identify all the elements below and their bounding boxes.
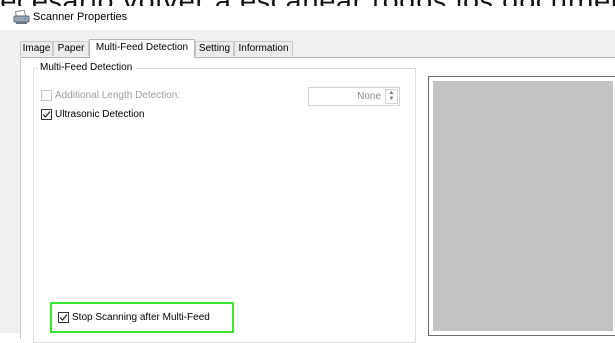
length-detection-stepper[interactable]: None ▲ ▼ — [308, 87, 400, 106]
title-bar: Scanner Properties — [0, 6, 615, 30]
multi-feed-panel: Multi-Feed Detection Additional Length D… — [20, 57, 615, 343]
stop-scanning-option: Stop Scanning after Multi-Feed — [58, 312, 210, 323]
ultrasonic-label: Ultrasonic Detection — [55, 109, 145, 120]
scan-preview — [428, 76, 615, 336]
tab-multi-feed-detection[interactable]: Multi-Feed Detection — [89, 39, 195, 58]
additional-length-checkbox[interactable] — [41, 90, 52, 101]
scanner-properties-dialog: Scanner Properties Image Paper Multi-Fee… — [0, 6, 615, 343]
stepper-buttons[interactable]: ▲ ▼ — [385, 89, 398, 104]
window-title: Scanner Properties — [33, 11, 128, 23]
stop-scanning-label: Stop Scanning after Multi-Feed — [72, 312, 210, 323]
length-detection-value: None — [357, 91, 381, 102]
additional-length-label: Additional Length Detection: — [55, 90, 181, 101]
group-title: Multi-Feed Detection — [38, 62, 135, 73]
scanner-icon — [13, 9, 30, 25]
additional-length-option: Additional Length Detection: — [41, 90, 180, 101]
tab-paper[interactable]: Paper — [53, 41, 89, 56]
stop-scanning-checkbox[interactable] — [58, 312, 69, 323]
tab-setting[interactable]: Setting — [195, 41, 234, 56]
multi-feed-group: Multi-Feed Detection Additional Length D… — [33, 62, 416, 343]
ultrasonic-checkbox[interactable] — [41, 109, 52, 120]
tab-information[interactable]: Information — [234, 41, 293, 56]
checkmark-icon — [42, 111, 51, 118]
checkmark-icon — [59, 314, 68, 321]
chevron-down-icon[interactable]: ▼ — [386, 96, 397, 102]
preview-area — [433, 81, 613, 331]
tab-image[interactable]: Image — [20, 41, 53, 56]
ultrasonic-option: Ultrasonic Detection — [41, 109, 144, 120]
